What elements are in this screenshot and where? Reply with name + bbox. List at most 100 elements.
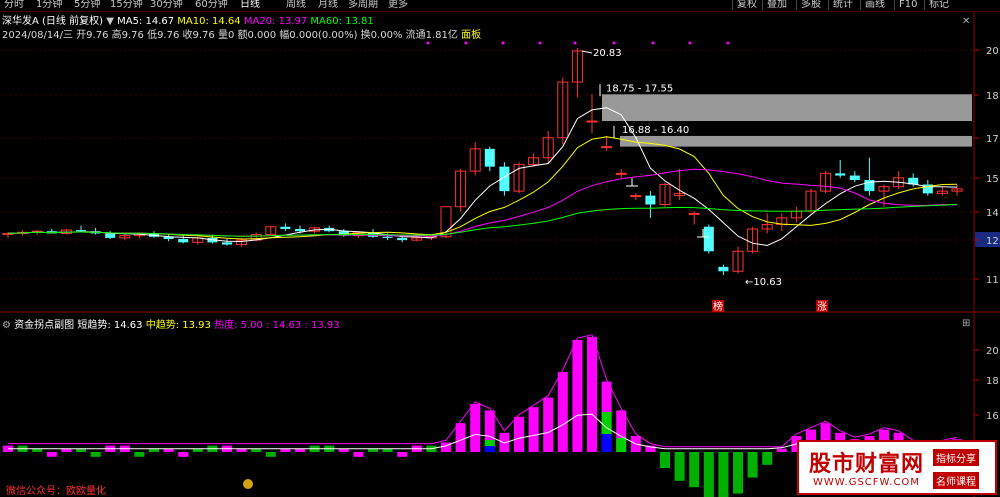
sub-info-line: ⚙ 资金拐点副图 短趋势: 14.63 中趋势: 13.93 热度: 5.00 …: [2, 316, 340, 331]
toolbar-button-2[interactable]: 多股: [796, 0, 821, 10]
quote-text: 2024/08/14/三 开9.76 高9.76 低9.76 收9.76 量0 …: [2, 30, 458, 41]
event-dot-1: [464, 41, 468, 45]
sub-bar-51: [747, 452, 758, 478]
gap-zone-lower: [620, 135, 972, 147]
mid-trend-label: 中趋势: 13.93: [145, 320, 211, 331]
sub-bar-12: [178, 452, 189, 457]
tab-timeframe-5[interactable]: 60分钟: [195, 0, 228, 10]
brand-watermark: 股市财富网 WWW.GSCFW.COM 指标分享 名师课程: [797, 440, 997, 495]
event-dot-6: [651, 41, 655, 45]
heat-label: 热度: 5.00 : 14.63 : 13.93: [214, 320, 340, 331]
sub-green-block-2: [484, 440, 495, 446]
sub-bar-39: [572, 340, 583, 452]
ma60-line: [7, 203, 958, 237]
gap-zones: [602, 94, 972, 147]
sub-bar-32: [470, 404, 481, 452]
tab-timeframe-7[interactable]: 周线: [286, 0, 306, 10]
price-axis: 20 18 17 15 14 12.66 11: [974, 46, 1000, 286]
tab-timeframe-0[interactable]: 分时: [4, 0, 24, 10]
kline-chart: 20.8318.75 - 17.5516.88 - 16.40←10.63榜涨 …: [0, 10, 1000, 497]
sub-bar-9: [134, 452, 145, 457]
badge-text-0: 榜: [713, 300, 723, 313]
event-dot-5: [612, 41, 616, 45]
tab-timeframe-6[interactable]: 日线: [240, 0, 260, 10]
sub-tick-label-1: 18: [986, 376, 999, 387]
sub-bar-24: [353, 452, 364, 457]
tab-timeframe-10[interactable]: 更多: [388, 0, 408, 10]
sub-bar-35: [514, 416, 524, 452]
short-trend-label: 短趋势: 14.63: [77, 320, 143, 331]
sub-bar-34: [499, 432, 510, 452]
toolbar-button-3[interactable]: 统计: [828, 0, 853, 10]
tab-timeframe-1[interactable]: 1分钟: [36, 0, 62, 10]
candle-body-44: [645, 195, 656, 205]
toolbar-button-0[interactable]: 复权: [732, 0, 757, 10]
candle-body-58: [849, 175, 860, 181]
brand-title: 股市财富网: [809, 451, 925, 477]
price-tick-label-6: 11: [986, 275, 999, 286]
ma20-line: [7, 168, 958, 237]
high-label: 20.83: [593, 48, 622, 59]
close-icon[interactable]: ✕: [962, 16, 970, 27]
candle-body-42: [615, 172, 627, 175]
sub-green-block-1: [601, 412, 612, 434]
candle-body-5: [76, 230, 86, 232]
tab-timeframe-9[interactable]: 多周期: [348, 0, 378, 10]
sub-bar-46: [674, 452, 685, 481]
tab-timeframe-8[interactable]: 月线: [318, 0, 338, 10]
gap-label-upper: 18.75 - 17.55: [606, 83, 673, 94]
candle-body-33: [484, 148, 495, 167]
toolbar-button-4[interactable]: 画线: [860, 0, 885, 10]
gap-label-lower: 16.88 - 16.40: [622, 125, 689, 136]
sub-bar-36: [528, 407, 539, 452]
sub-bar-31: [455, 423, 466, 452]
sub-bar-40: [587, 336, 597, 452]
sub-name[interactable]: 资金拐点副图: [14, 320, 74, 331]
watermark-text: 微信公众号：欧欧量化: [6, 486, 106, 497]
sub-bar-3: [46, 452, 57, 457]
candle-body-27: [397, 237, 408, 241]
sub-bar-30: [441, 442, 451, 452]
ma10-line: [7, 136, 958, 240]
moving-averages: [7, 107, 958, 247]
candle-body-7: [105, 233, 116, 238]
sub-bar-6: [90, 452, 101, 457]
tab-timeframe-2[interactable]: 5分钟: [74, 0, 100, 10]
settings-icon[interactable]: ⚙: [2, 320, 11, 331]
panel-link[interactable]: 面板: [461, 30, 481, 41]
plus-icon[interactable]: ⊞: [962, 318, 970, 329]
sub-blue-block-2: [484, 446, 495, 452]
coin-icon: [243, 479, 253, 489]
candle-body-26: [382, 236, 393, 238]
price-tick-label-1: 18: [986, 91, 999, 102]
tab-timeframe-3[interactable]: 15分钟: [110, 0, 143, 10]
sub-bar-45: [660, 452, 670, 468]
candle-body-47: [688, 212, 700, 215]
candle-body-12: [178, 239, 189, 243]
brand-url: WWW.GSCFW.COM: [813, 477, 920, 488]
toolbar-button-1[interactable]: 叠加: [762, 0, 787, 10]
event-dot-4: [573, 41, 577, 45]
sub-bar-49: [718, 452, 729, 497]
sub-bar-38: [557, 372, 568, 452]
candle-body-49: [718, 266, 729, 272]
candle-body-43: [630, 195, 642, 198]
event-dot-8: [726, 41, 730, 45]
price-annotations: 20.83 18.75 - 17.55 16.88 - 16.40 ←10.63 榜 涨: [581, 48, 828, 313]
brand-tag-1: 指标分享: [933, 449, 979, 466]
candle-body-57: [835, 173, 846, 176]
candles[interactable]: [2, 48, 963, 276]
sub-bar-27: [397, 452, 408, 457]
toolbar-button-5[interactable]: F10: [894, 0, 917, 10]
high-label-pointer: [581, 50, 593, 54]
sub-bar-47: [689, 452, 700, 488]
timeframe-toolbar: 分时 1分钟 5分钟 15分钟 30分钟 60分钟 日线 周线 月线 多周期 更多 复权 叠加 多股 统计画…: [0, 0, 1000, 11]
sub-bar-50: [733, 452, 743, 494]
event-dot-3: [538, 41, 542, 45]
tab-timeframe-4[interactable]: 30分钟: [150, 0, 183, 10]
candle-body-15: [222, 242, 232, 245]
price-tick-label-5: 12.66: [986, 236, 1000, 247]
event-dot-0: [426, 41, 430, 45]
candle-body-48: [703, 226, 714, 252]
toolbar-button-6[interactable]: 标记: [924, 0, 949, 10]
